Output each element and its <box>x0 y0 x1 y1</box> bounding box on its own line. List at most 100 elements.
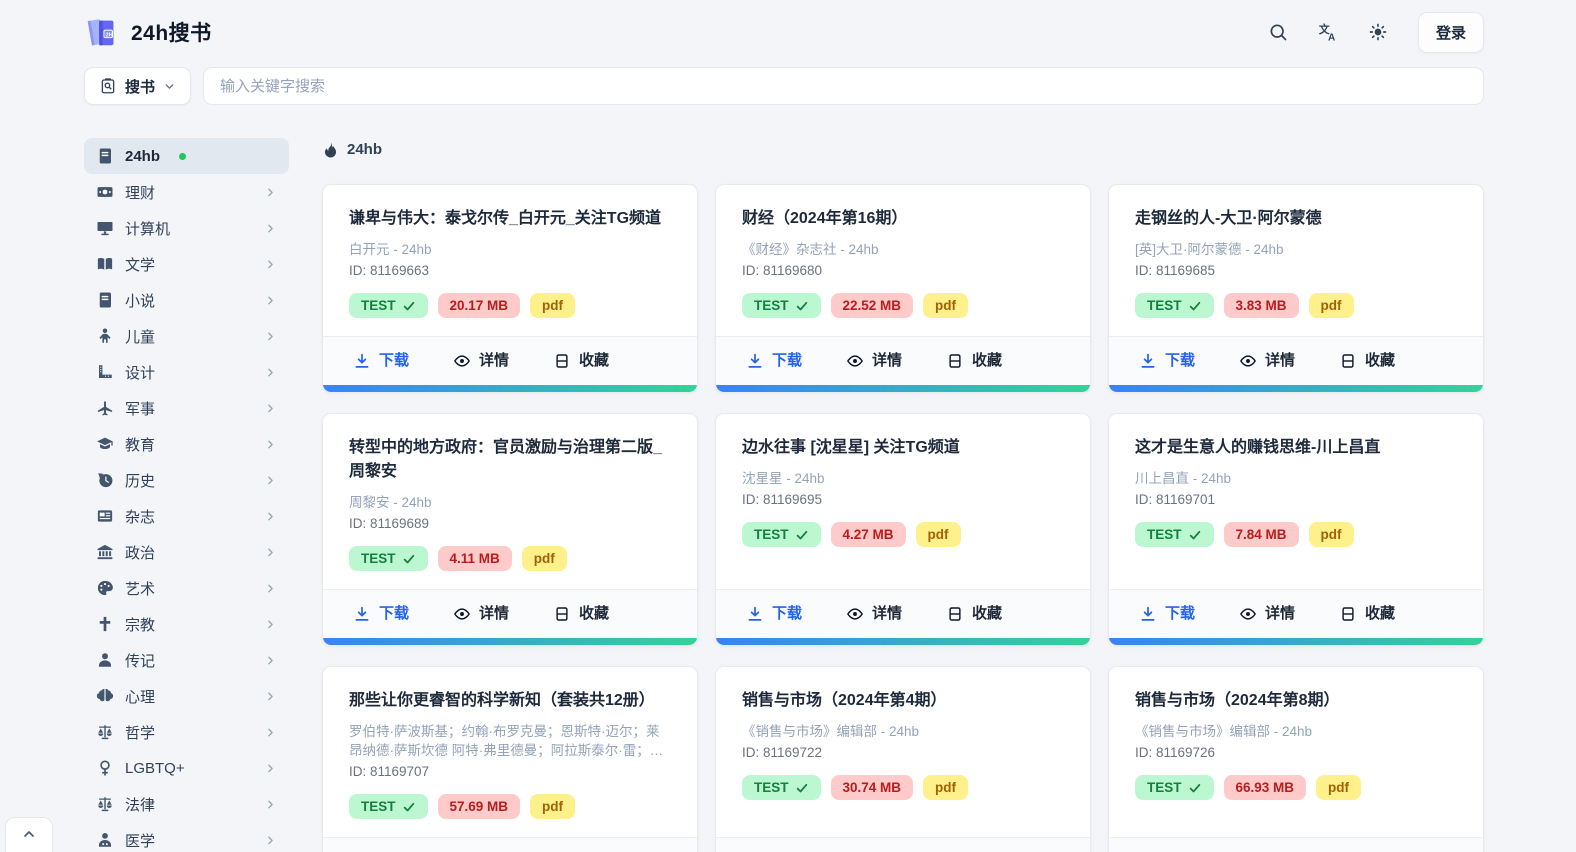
details-button[interactable]: 详情 <box>453 603 509 625</box>
sidebar-item-16[interactable]: 哲学 <box>84 714 289 750</box>
search-icon[interactable] <box>1268 21 1290 43</box>
sidebar-item-6[interactable]: 设计 <box>84 354 289 390</box>
details-button[interactable]: 详情 <box>1239 350 1295 372</box>
details-button[interactable]: 详情 <box>453 350 509 372</box>
favorite-button[interactable]: 收藏 <box>553 350 609 372</box>
collapse-sidebar-button[interactable] <box>5 817 53 852</box>
sidebar-item-11[interactable]: 政治 <box>84 534 289 570</box>
topbar: 2H 24h搜书 文A 登录 <box>84 0 1484 64</box>
details-button[interactable]: 详情 <box>846 350 902 372</box>
child-icon <box>96 327 114 345</box>
book-title: 销售与市场（2024年第8期） <box>1135 692 1340 709</box>
progress-bar <box>716 638 1090 645</box>
book-card-6: 那些让你更睿智的科学新知（套装共12册） 罗伯特·萨波斯基；约翰·布罗克曼；恩斯… <box>322 666 698 852</box>
sidebar-item-10[interactable]: 杂志 <box>84 498 289 534</box>
details-button[interactable]: 详情 <box>846 603 902 625</box>
progress-bar <box>1109 638 1483 645</box>
format-badge: pdf <box>530 293 576 318</box>
book-author: 沈星星 - 24hb <box>742 471 825 486</box>
chevron-up-icon <box>21 826 37 845</box>
translate-icon[interactable]: 文A <box>1318 21 1340 43</box>
search-input[interactable] <box>203 67 1484 105</box>
book-author: 白开元 - 24hb <box>349 242 432 257</box>
sidebar-item-9[interactable]: 历史 <box>84 462 289 498</box>
favorite-button[interactable]: 收藏 <box>1339 350 1395 372</box>
chevron-right-icon <box>264 330 277 343</box>
size-badge: 57.69 MB <box>437 794 521 819</box>
login-button[interactable]: 登录 <box>1417 11 1484 53</box>
chevron-right-icon <box>264 618 277 631</box>
sidebar-item-5[interactable]: 儿童 <box>84 318 289 354</box>
check-icon <box>795 299 809 313</box>
sidebar-item-2[interactable]: 计算机 <box>84 210 289 246</box>
chevron-right-icon <box>264 510 277 523</box>
sidebar-item-1[interactable]: 理财 <box>84 174 289 210</box>
check-icon <box>402 552 416 566</box>
book-author: 《财经》杂志社 - 24hb <box>742 242 879 257</box>
chevron-right-icon <box>264 222 277 235</box>
sidebar-item-13[interactable]: 宗教 <box>84 606 289 642</box>
book-card-3: 转型中的地方政府：官员激励与治理第二版_周黎安 周黎安 - 24hb ID: 8… <box>322 413 698 646</box>
sidebar-item-14[interactable]: 传记 <box>84 642 289 678</box>
size-badge: 66.93 MB <box>1223 775 1307 800</box>
search-type-label: 搜书 <box>125 78 156 96</box>
favorite-button[interactable]: 收藏 <box>1339 603 1395 625</box>
chevron-right-icon <box>264 366 277 379</box>
download-button[interactable]: 下载 <box>353 603 409 625</box>
section-title: 24hb <box>347 140 383 158</box>
download-button[interactable]: 下载 <box>746 350 802 372</box>
sidebar-item-19[interactable]: 医学 <box>84 822 289 852</box>
search-type-dropdown[interactable]: 搜书 <box>84 67 192 105</box>
sidebar-item-4[interactable]: 小说 <box>84 282 289 318</box>
sidebar-item-8[interactable]: 教育 <box>84 426 289 462</box>
book-id: ID: 81169707 <box>349 764 430 779</box>
bookmark-icon <box>1339 605 1357 623</box>
book-card-5: 这才是生意人的赚钱思维-川上昌直 川上昌直 - 24hb ID: 8116970… <box>1108 413 1484 646</box>
book-id: ID: 81169663 <box>349 263 430 278</box>
details-button[interactable]: 详情 <box>1239 603 1295 625</box>
eye-icon <box>846 352 864 370</box>
format-badge: pdf <box>1316 775 1362 800</box>
check-icon <box>402 800 416 814</box>
sidebar-item-7[interactable]: 军事 <box>84 390 289 426</box>
favorite-button[interactable]: 收藏 <box>946 603 1002 625</box>
favorite-button[interactable]: 收藏 <box>553 603 609 625</box>
download-icon <box>353 605 371 623</box>
sidebar-item-17[interactable]: LGBTQ+ <box>84 750 289 786</box>
sidebar-item-3[interactable]: 文学 <box>84 246 289 282</box>
check-icon <box>402 299 416 313</box>
format-badge: pdf <box>923 775 969 800</box>
format-badge: pdf <box>1308 293 1354 318</box>
progress-bar <box>1109 385 1483 392</box>
book-title: 走钢丝的人-大卫·阿尔蒙德 <box>1135 210 1322 227</box>
palette-icon <box>96 579 114 597</box>
check-icon <box>1188 299 1202 313</box>
check-icon <box>1188 528 1202 542</box>
size-badge: 22.52 MB <box>830 293 914 318</box>
size-badge: 4.11 MB <box>437 546 512 571</box>
sidebar-item-12[interactable]: 艺术 <box>84 570 289 606</box>
bookmark-icon <box>553 352 571 370</box>
clipboard-search-icon <box>99 77 117 95</box>
download-button[interactable]: 下载 <box>1139 603 1195 625</box>
theme-sun-icon[interactable] <box>1368 21 1390 43</box>
format-badge: pdf <box>530 794 576 819</box>
size-badge: 7.84 MB <box>1223 522 1299 547</box>
download-button[interactable]: 下载 <box>746 603 802 625</box>
chevron-right-icon <box>264 258 277 271</box>
download-button[interactable]: 下载 <box>1139 350 1195 372</box>
chevron-right-icon <box>264 582 277 595</box>
sidebar-item-0[interactable]: 24hb <box>84 138 289 174</box>
book-id: ID: 81169680 <box>742 263 823 278</box>
book-icon <box>96 147 114 165</box>
download-icon <box>353 352 371 370</box>
sidebar-item-18[interactable]: 法律 <box>84 786 289 822</box>
format-badge: pdf <box>915 522 961 547</box>
favorite-button[interactable]: 收藏 <box>946 350 1002 372</box>
test-badge: TEST <box>1135 522 1214 547</box>
download-button[interactable]: 下载 <box>353 350 409 372</box>
bookmark-icon <box>946 605 964 623</box>
logo[interactable]: 2H 24h搜书 <box>84 13 212 51</box>
sidebar-item-15[interactable]: 心理 <box>84 678 289 714</box>
brain-icon <box>96 687 114 705</box>
